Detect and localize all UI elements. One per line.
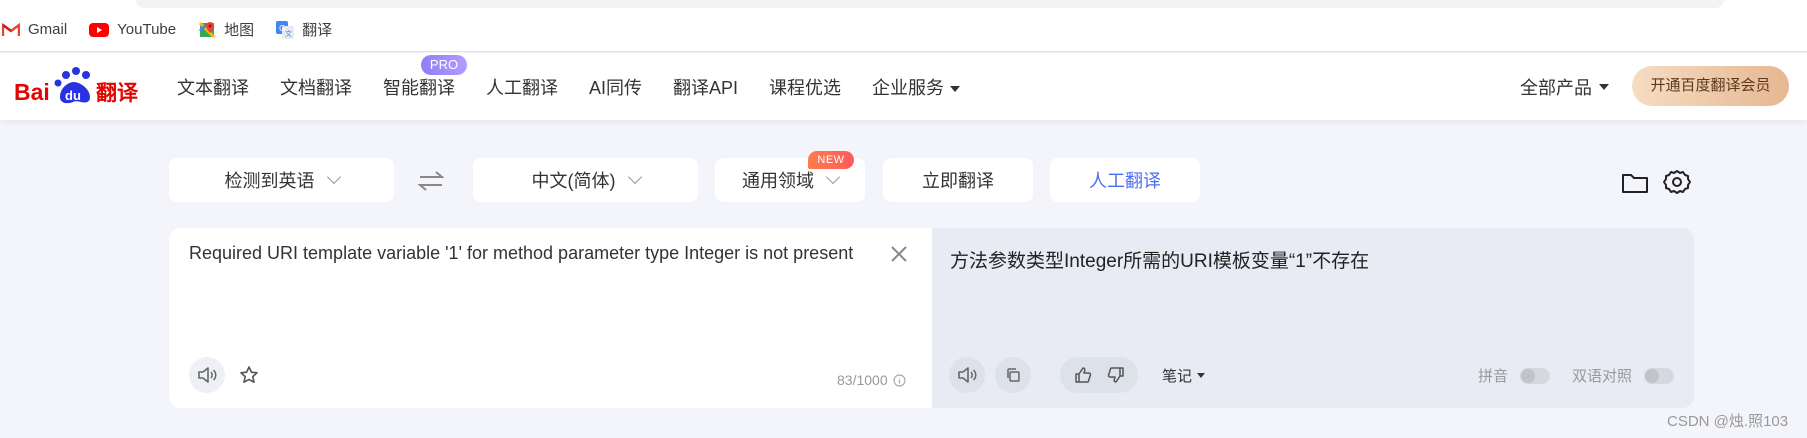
copy-button[interactable] [995, 357, 1031, 393]
nav-item-ai-interpret[interactable]: AI同传 [589, 74, 642, 100]
bookmark-label: 地图 [224, 22, 255, 39]
bookmark-label: Gmail [28, 21, 68, 38]
source-text-input[interactable]: Required URI template variable '1' for m… [189, 240, 869, 267]
chevron-down-icon [326, 169, 341, 185]
source-panel: Required URI template variable '1' for m… [169, 228, 932, 408]
bookmark-label: 翻译 [302, 22, 333, 39]
nav-item-smart-translate[interactable]: 智能翻译 [383, 74, 455, 100]
svg-text:翻译: 翻译 [96, 81, 139, 105]
target-speaker-button[interactable] [949, 357, 985, 393]
counter-text: 83/1000 [837, 372, 888, 388]
character-counter: 83/1000 [837, 372, 906, 388]
chevron-down-icon [627, 169, 642, 185]
nav-item-courses[interactable]: 课程优选 [769, 74, 841, 100]
target-language-select[interactable]: 中文(简体) [473, 158, 698, 202]
svg-text:Bai: Bai [14, 79, 50, 105]
pinyin-label: 拼音 [1478, 368, 1509, 385]
pinyin-toggle[interactable] [1520, 367, 1551, 384]
swap-languages-icon[interactable] [418, 170, 444, 192]
svg-text:文: 文 [285, 29, 292, 38]
address-bar-edge[interactable] [135, 0, 1725, 8]
baidu-fanyi-logo[interactable]: Bai du 翻译 [14, 61, 140, 111]
nav-item-label: 企业服务 [872, 77, 945, 98]
nav-menu: 文本翻译 文档翻译 智能翻译 人工翻译 AI同传 翻译API 课程优选 企业服务 [177, 53, 991, 120]
bilingual-toggle[interactable] [1644, 367, 1675, 384]
nav-item-document-translate[interactable]: 文档翻译 [280, 74, 352, 100]
notes-label: 笔记 [1162, 368, 1193, 385]
human-translate-button[interactable]: 人工翻译 [1050, 158, 1200, 202]
bookmark-youtube[interactable]: YouTube [89, 21, 176, 38]
pro-badge: PRO [421, 55, 467, 75]
star-icon [240, 366, 258, 383]
browser-top-strip [0, 0, 1807, 8]
pinyin-toggle-group: 拼音 [1478, 365, 1551, 386]
domain-label: 通用领域 [742, 171, 814, 191]
source-language-select[interactable]: 检测到英语 [169, 158, 394, 202]
all-products-menu[interactable]: 全部产品 [1520, 53, 1609, 120]
copy-icon [1007, 368, 1020, 382]
translate-now-button[interactable]: 立即翻译 [883, 158, 1033, 202]
target-panel: 方法参数类型Integer所需的URI模板变量“1”不存在 笔记 拼音 双语对照 [932, 228, 1694, 408]
nav-item-human-translate[interactable]: 人工翻译 [486, 74, 558, 100]
bilingual-toggle-group: 双语对照 [1572, 365, 1675, 386]
speaker-icon [198, 367, 217, 383]
new-badge: NEW [808, 151, 854, 169]
favorite-button[interactable] [231, 357, 267, 393]
all-products-label: 全部产品 [1520, 77, 1592, 98]
notes-dropdown[interactable]: 笔记 [1162, 365, 1206, 386]
maps-icon [199, 21, 216, 38]
membership-button[interactable]: 开通百度翻译会员 [1632, 66, 1789, 106]
nav-item-text-translate[interactable]: 文本翻译 [177, 74, 249, 100]
svg-text:du: du [65, 88, 81, 103]
thumbs-up-icon[interactable] [1074, 366, 1092, 384]
close-icon[interactable] [889, 244, 909, 264]
info-icon[interactable] [893, 373, 906, 387]
chevron-down-icon [825, 169, 841, 185]
speaker-icon [958, 367, 977, 383]
bookmarks-bar: Gmail YouTube 地图 G文 翻译 [0, 8, 1807, 52]
top-navigation: Bai du 翻译 文本翻译 文档翻译 智能翻译 人工翻译 AI同传 翻译API… [0, 53, 1807, 120]
csdn-watermark: CSDN @烛.照103 [1667, 413, 1789, 430]
nav-item-enterprise[interactable]: 企业服务 [872, 74, 961, 100]
target-language-label: 中文(简体) [531, 171, 616, 191]
nav-item-translate-api[interactable]: 翻译API [673, 74, 738, 100]
gmail-icon [2, 22, 20, 36]
bookmark-maps[interactable]: 地图 [198, 19, 254, 40]
feedback-group [1060, 357, 1138, 393]
bookmark-gmail[interactable]: Gmail [2, 21, 67, 38]
bookmark-label: YouTube [117, 21, 177, 38]
chevron-down-icon [1599, 83, 1609, 90]
bookmark-translate[interactable]: G文 翻译 [276, 19, 332, 40]
source-language-label: 检测到英语 [224, 171, 315, 191]
chevron-down-icon [950, 85, 961, 92]
folder-icon[interactable] [1620, 168, 1650, 196]
translation-output: 方法参数类型Integer所需的URI模板变量“1”不存在 [950, 251, 1370, 272]
thumbs-down-icon[interactable] [1107, 366, 1125, 384]
chevron-down-icon [1197, 373, 1206, 378]
gear-icon[interactable] [1662, 168, 1692, 196]
source-speaker-button[interactable] [189, 357, 225, 393]
bilingual-label: 双语对照 [1572, 368, 1633, 385]
translate-icon: G文 [276, 20, 295, 39]
youtube-icon [89, 22, 110, 37]
